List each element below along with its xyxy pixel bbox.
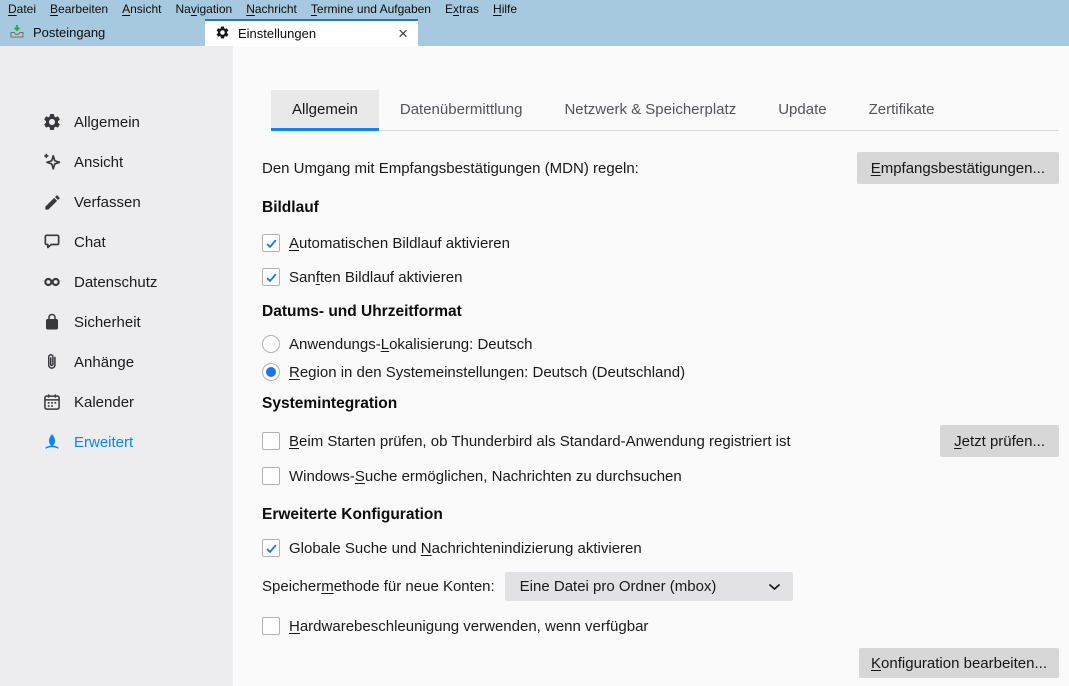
sidebar-item-anhaenge[interactable]: Anhänge	[0, 342, 233, 382]
tab-update[interactable]: Update	[757, 90, 847, 131]
section-heading-systemintegration: Systemintegration	[262, 395, 1059, 413]
settings-sidebar: Allgemein Ansicht Verfassen Chat Datensc…	[0, 46, 233, 686]
pencil-icon	[42, 192, 62, 212]
windows-search-label[interactable]: Windows-Suche ermöglichen, Nachrichten z…	[289, 468, 682, 485]
tab-label: Update	[778, 101, 826, 118]
paperclip-icon	[42, 352, 62, 372]
default-app-checkbox[interactable]	[262, 432, 280, 450]
mdn-row: Den Umgang mit Empfangsbestätigungen (MD…	[262, 152, 1059, 184]
auto-scroll-label[interactable]: Automatischen Bildlauf aktivieren	[289, 235, 510, 252]
hw-accel-row: Hardwarebeschleunigung verwenden, wenn v…	[262, 617, 1059, 635]
tab-datenuebermittlung[interactable]: Datenübermittlung	[379, 90, 544, 131]
content-tab-strip: Allgemein Datenübermittlung Netzwerk & S…	[271, 90, 1059, 131]
tab-label: Posteingang	[33, 25, 105, 40]
sidebar-item-label: Allgemein	[74, 114, 140, 131]
smooth-scroll-label[interactable]: Sanften Bildlauf aktivieren	[289, 269, 462, 286]
tab-label: Datenübermittlung	[400, 101, 523, 118]
tab-label: Netzwerk & Speicherplatz	[564, 101, 736, 118]
sidebar-item-label: Ansicht	[74, 154, 123, 171]
app-locale-label[interactable]: Anwendungs-Lokalisierung: Deutsch	[289, 336, 533, 353]
sidebar-item-ansicht[interactable]: Ansicht	[0, 142, 233, 182]
sidebar-item-label: Kalender	[74, 394, 134, 411]
jetzt-pruefen-button[interactable]: Jetzt prüfen...	[940, 425, 1059, 457]
global-search-row: Globale Suche und Nachrichtenindizierung…	[262, 539, 1059, 557]
menu-nachricht[interactable]: Nachricht	[239, 0, 304, 19]
section-heading-datumsformat: Datums- und Uhrzeitformat	[262, 303, 1059, 321]
global-search-label[interactable]: Globale Suche und Nachrichtenindizierung…	[289, 540, 642, 557]
mask-icon	[42, 272, 62, 292]
default-app-label[interactable]: Beim Starten prüfen, ob Thunderbird als …	[289, 433, 791, 450]
tab-bar: Posteingang Einstellungen ×	[0, 19, 1069, 46]
inbox-icon	[9, 23, 25, 42]
region-row: Region in den Systemeinstellungen: Deuts…	[262, 363, 1059, 381]
smooth-scroll-row: Sanften Bildlauf aktivieren	[262, 268, 1059, 286]
sidebar-item-allgemein[interactable]: Allgemein	[0, 102, 233, 142]
sidebar-item-verfassen[interactable]: Verfassen	[0, 182, 233, 222]
smooth-scroll-checkbox[interactable]	[262, 268, 280, 286]
sidebar-item-sicherheit[interactable]: Sicherheit	[0, 302, 233, 342]
section-heading-erweiterte-konfiguration: Erweiterte Konfiguration	[262, 506, 1059, 524]
menu-extras[interactable]: Extras	[438, 0, 486, 19]
sidebar-item-datenschutz[interactable]: Datenschutz	[0, 262, 233, 302]
lock-icon	[42, 312, 62, 332]
hw-accel-label[interactable]: Hardwarebeschleunigung verwenden, wenn v…	[289, 618, 648, 635]
sidebar-item-label: Verfassen	[74, 194, 141, 211]
sidebar-item-label: Anhänge	[74, 354, 134, 371]
menu-ansicht[interactable]: Ansicht	[115, 0, 168, 19]
konfiguration-bearbeiten-button[interactable]: Konfiguration bearbeiten...	[859, 648, 1059, 678]
default-app-check-group: Beim Starten prüfen, ob Thunderbird als …	[262, 432, 791, 450]
menu-bearbeiten[interactable]: Bearbeiten	[43, 0, 115, 19]
windows-search-checkbox[interactable]	[262, 467, 280, 485]
mdn-label: Den Umgang mit Empfangsbestätigungen (MD…	[262, 160, 639, 177]
auto-scroll-checkbox[interactable]	[262, 234, 280, 252]
settings-content: Allgemein Datenübermittlung Netzwerk & S…	[233, 46, 1069, 686]
store-type-select[interactable]: Eine Datei pro Ordner (mbox)	[505, 572, 793, 601]
sidebar-item-erweitert[interactable]: Erweitert	[0, 422, 233, 462]
sidebar-item-kalender[interactable]: Kalender	[0, 382, 233, 422]
top-bar: Datei Bearbeiten Ansicht Navigation Nach…	[0, 0, 1069, 46]
windows-search-row: Windows-Suche ermöglichen, Nachrichten z…	[262, 467, 1059, 485]
empfangsbestaetigungen-button[interactable]: Empfangsbestätigungen...	[857, 152, 1059, 184]
menu-datei[interactable]: Datei	[1, 0, 43, 19]
section-heading-bildlauf: Bildlauf	[262, 199, 1059, 217]
tab-netzwerk-speicherplatz[interactable]: Netzwerk & Speicherplatz	[543, 90, 757, 131]
calendar-icon	[42, 392, 62, 412]
default-app-row: Beim Starten prüfen, ob Thunderbird als …	[262, 425, 1059, 457]
store-type-row: Speichermethode für neue Konten: Eine Da…	[262, 572, 1059, 601]
tab-posteingang[interactable]: Posteingang	[0, 19, 205, 46]
region-label[interactable]: Region in den Systemeinstellungen: Deuts…	[289, 364, 685, 381]
rocket-icon	[42, 432, 62, 452]
close-icon[interactable]: ×	[398, 27, 408, 41]
menu-termine-und-aufgaben[interactable]: Termine und Aufgaben	[304, 0, 438, 19]
menu-bar: Datei Bearbeiten Ansicht Navigation Nach…	[0, 0, 1069, 19]
tab-label: Einstellungen	[238, 26, 316, 41]
sidebar-item-label: Datenschutz	[74, 274, 157, 291]
chevron-down-icon	[769, 578, 780, 595]
gear-icon	[215, 25, 230, 43]
sidebar-item-label: Chat	[74, 234, 106, 251]
store-type-value: Eine Datei pro Ordner (mbox)	[520, 578, 717, 595]
hw-accel-checkbox[interactable]	[262, 617, 280, 635]
tab-zertifikate[interactable]: Zertifikate	[848, 90, 956, 131]
region-radio[interactable]	[262, 363, 280, 381]
gear-icon	[42, 112, 62, 132]
sidebar-item-label: Sicherheit	[74, 314, 141, 331]
app-locale-row: Anwendungs-Lokalisierung: Deutsch	[262, 335, 1059, 353]
thunderbird-settings-window: Datei Bearbeiten Ansicht Navigation Nach…	[0, 0, 1069, 686]
config-editor-row: Konfiguration bearbeiten...	[262, 648, 1059, 678]
auto-scroll-row: Automatischen Bildlauf aktivieren	[262, 234, 1059, 252]
menu-hilfe[interactable]: Hilfe	[486, 0, 524, 19]
sidebar-item-label: Erweitert	[74, 434, 133, 451]
tab-allgemein[interactable]: Allgemein	[271, 90, 379, 131]
menu-navigation[interactable]: Navigation	[168, 0, 239, 19]
sparkle-icon	[42, 152, 62, 172]
global-search-checkbox[interactable]	[262, 539, 280, 557]
tab-label: Allgemein	[292, 101, 358, 118]
chat-icon	[42, 232, 62, 252]
tab-label: Zertifikate	[869, 101, 935, 118]
sidebar-item-chat[interactable]: Chat	[0, 222, 233, 262]
tab-einstellungen[interactable]: Einstellungen ×	[205, 19, 418, 46]
app-locale-radio[interactable]	[262, 335, 280, 353]
store-type-label: Speichermethode für neue Konten:	[262, 578, 495, 595]
